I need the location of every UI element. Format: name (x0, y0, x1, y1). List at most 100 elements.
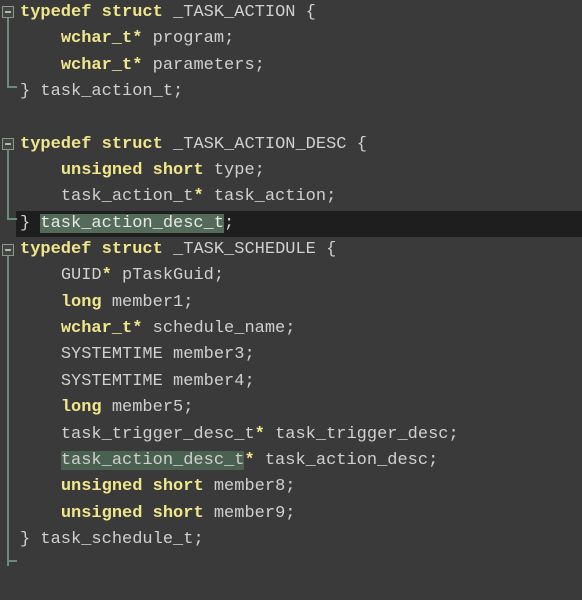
brace: { (357, 135, 367, 154)
brace: { (326, 240, 336, 259)
field-name: type (214, 161, 255, 180)
type-name: SYSTEMTIME (61, 372, 163, 391)
semi: ; (224, 214, 234, 233)
identifier-match-highlight: task_action_desc_t (61, 451, 245, 470)
keyword-typedef: typedef (20, 135, 91, 154)
field-name: member5 (112, 398, 183, 417)
type-name: SYSTEMTIME (61, 345, 163, 364)
code-line[interactable]: long member1; (16, 290, 582, 316)
pointer-star: * (255, 425, 265, 444)
keyword-unsigned: unsigned (61, 161, 143, 180)
field-name: parameters (153, 56, 255, 75)
fold-toggle-icon[interactable] (2, 244, 14, 256)
field-name: program (153, 29, 224, 48)
field-name: member4 (173, 372, 244, 391)
field-name: member9 (214, 504, 285, 523)
semi: ; (285, 477, 295, 496)
semi: ; (326, 187, 336, 206)
code-line[interactable]: unsigned short type; (16, 158, 582, 184)
pointer-star: * (132, 29, 142, 48)
brace: } (20, 82, 30, 101)
struct-tag: _TASK_ACTION (173, 3, 295, 22)
fold-guide-line (7, 18, 9, 86)
typedef-alias: task_action_t (40, 82, 173, 101)
code-line[interactable]: } task_schedule_t; (16, 527, 582, 553)
semi: ; (173, 82, 183, 101)
field-name: member8 (214, 477, 285, 496)
field-name: member1 (112, 293, 183, 312)
code-line[interactable]: task_action_desc_t* task_action_desc; (16, 448, 582, 474)
keyword-long: long (61, 398, 102, 417)
fold-end-line (7, 560, 17, 562)
blank-line (16, 105, 582, 131)
type-name: task_trigger_desc_t (61, 425, 255, 444)
keyword-short: short (153, 161, 204, 180)
fold-toggle-icon[interactable] (2, 6, 14, 18)
semi: ; (285, 319, 295, 338)
pointer-star: * (193, 187, 203, 206)
code-line[interactable]: } task_action_t; (16, 79, 582, 105)
code-line[interactable]: task_trigger_desc_t* task_trigger_desc; (16, 422, 582, 448)
field-name: pTaskGuid (122, 266, 214, 285)
type-wchar: wchar_t (61, 319, 132, 338)
code-line[interactable]: GUID* pTaskGuid; (16, 263, 582, 289)
field-name: task_trigger_desc (275, 425, 448, 444)
struct-tag: _TASK_SCHEDULE (173, 240, 316, 259)
code-line[interactable]: wchar_t* schedule_name; (16, 316, 582, 342)
keyword-typedef: typedef (20, 3, 91, 22)
field-name: member3 (173, 345, 244, 364)
fold-guide-line (7, 150, 9, 218)
semi: ; (428, 451, 438, 470)
pointer-star: * (132, 319, 142, 338)
type-wchar: wchar_t (61, 56, 132, 75)
fold-end-line (7, 218, 17, 220)
brace: { (306, 3, 316, 22)
semi: ; (214, 266, 224, 285)
code-line[interactable]: typedef struct _TASK_ACTION { (16, 0, 582, 26)
keyword-long: long (61, 293, 102, 312)
fold-guide-line (7, 256, 9, 566)
pointer-star: * (102, 266, 112, 285)
code-editor[interactable]: typedef struct _TASK_ACTION { wchar_t* p… (0, 0, 582, 553)
code-line[interactable]: SYSTEMTIME member3; (16, 342, 582, 368)
keyword-unsigned: unsigned (61, 477, 143, 496)
semi: ; (193, 530, 203, 549)
code-line[interactable]: typedef struct _TASK_ACTION_DESC { (16, 132, 582, 158)
fold-toggle-icon[interactable] (2, 138, 14, 150)
keyword-unsigned: unsigned (61, 504, 143, 523)
semi: ; (183, 293, 193, 312)
keyword-short: short (153, 504, 204, 523)
pointer-star: * (244, 451, 254, 470)
code-line-current[interactable]: } task_action_desc_t; (16, 211, 582, 237)
keyword-struct: struct (102, 3, 163, 22)
semi: ; (449, 425, 459, 444)
pointer-star: * (132, 56, 142, 75)
field-name: task_action_desc (265, 451, 428, 470)
semi: ; (183, 398, 193, 417)
typedef-alias: task_schedule_t (40, 530, 193, 549)
semi: ; (244, 345, 254, 364)
semi: ; (255, 161, 265, 180)
brace: } (20, 530, 30, 549)
code-line[interactable]: unsigned short member9; (16, 501, 582, 527)
selected-identifier: task_action_desc_t (40, 214, 224, 233)
code-line[interactable]: task_action_t* task_action; (16, 184, 582, 210)
code-line[interactable]: wchar_t* program; (16, 26, 582, 52)
semi: ; (285, 504, 295, 523)
code-line[interactable]: long member5; (16, 395, 582, 421)
semi: ; (224, 29, 234, 48)
code-line[interactable]: wchar_t* parameters; (16, 53, 582, 79)
code-line[interactable]: unsigned short member8; (16, 474, 582, 500)
code-line[interactable]: SYSTEMTIME member4; (16, 369, 582, 395)
brace: } (20, 214, 30, 233)
type-name: task_action_t (61, 187, 194, 206)
keyword-struct: struct (102, 240, 163, 259)
type-name: GUID (61, 266, 102, 285)
struct-tag: _TASK_ACTION_DESC (173, 135, 346, 154)
fold-end-line (7, 86, 17, 88)
semi: ; (255, 56, 265, 75)
code-line[interactable]: typedef struct _TASK_SCHEDULE { (16, 237, 582, 263)
field-name: task_action (214, 187, 326, 206)
type-wchar: wchar_t (61, 29, 132, 48)
keyword-struct: struct (102, 135, 163, 154)
